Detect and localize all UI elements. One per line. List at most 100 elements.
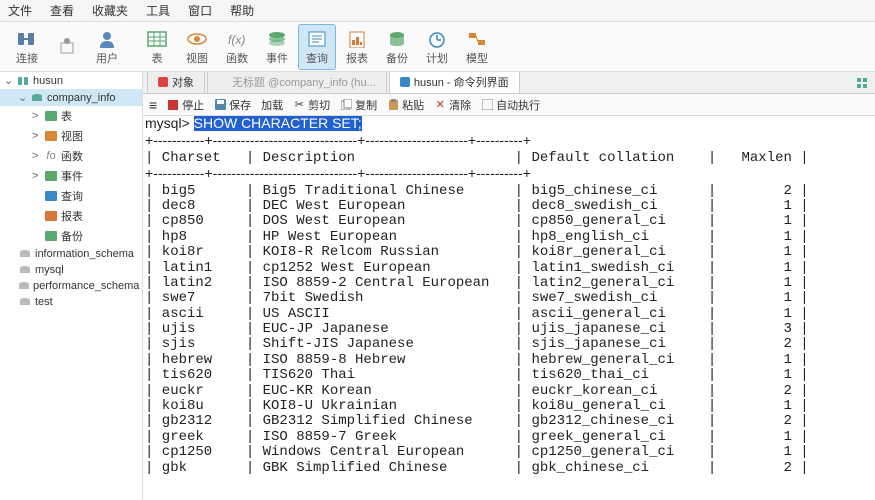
- save-icon: [214, 99, 226, 111]
- clear-icon: ✕: [434, 99, 446, 111]
- cut-icon: ✂: [293, 99, 305, 111]
- tab-icon: [158, 77, 168, 87]
- stop-button[interactable]: 停止: [167, 97, 204, 113]
- paste-icon: [387, 99, 399, 111]
- load-button[interactable]: 加载: [261, 97, 283, 113]
- tab-untitled[interactable]: 无标题 @company_info (hu...: [207, 72, 387, 93]
- tree-queries[interactable]: 查询: [0, 186, 142, 206]
- event-button-icon: [265, 28, 289, 50]
- function-button[interactable]: f(x) 函数: [218, 24, 256, 70]
- table-button-label: 表: [152, 50, 163, 66]
- auto-exec-button[interactable]: 自动执行: [481, 97, 540, 113]
- copy-button[interactable]: 复制: [340, 97, 377, 113]
- tab-icon: [400, 77, 410, 87]
- backup-button[interactable]: 备份: [378, 24, 416, 70]
- menu-文件[interactable]: 文件: [8, 2, 32, 19]
- report-button-icon: [345, 28, 369, 50]
- connect-button-icon: [15, 28, 39, 50]
- menu-收藏夹[interactable]: 收藏夹: [92, 2, 128, 19]
- function-button-label: 函数: [226, 50, 248, 66]
- svg-text:f(x): f(x): [228, 33, 245, 47]
- paste-button[interactable]: 粘贴: [387, 97, 424, 113]
- menu-窗口[interactable]: 窗口: [188, 2, 212, 19]
- tab-label: husun - 命令列界面: [414, 74, 509, 90]
- table-button[interactable]: 表: [138, 24, 176, 70]
- view-button-icon: [185, 28, 209, 50]
- schedule-button-icon: [425, 28, 449, 50]
- backup-button-label: 备份: [386, 50, 408, 66]
- user-button-icon: [95, 28, 119, 50]
- auto-exec-icon: [481, 99, 493, 111]
- cut-label: 剪切: [308, 97, 330, 113]
- clear-button[interactable]: ✕清除: [434, 97, 471, 113]
- paste-label: 粘贴: [402, 97, 424, 113]
- save-button[interactable]: 保存: [214, 97, 251, 113]
- new-button-icon: [55, 36, 79, 58]
- copy-label: 复制: [355, 97, 377, 113]
- tree-db-company-info[interactable]: ⌄company_info: [0, 89, 142, 106]
- event-button[interactable]: 事件: [258, 24, 296, 70]
- tree-functions[interactable]: >fo函数: [0, 146, 142, 166]
- tree-db-test[interactable]: test: [0, 294, 142, 310]
- auto-exec-label: 自动执行: [496, 97, 540, 113]
- tab-objects[interactable]: 对象: [147, 72, 205, 93]
- tree-db-mysql[interactable]: mysql: [0, 262, 142, 278]
- tree-views[interactable]: >视图: [0, 126, 142, 146]
- new-button[interactable]: [48, 24, 86, 70]
- tab-config-icon[interactable]: [855, 76, 869, 93]
- model-button[interactable]: 模型: [458, 24, 496, 70]
- editor-tabs: 对象 无标题 @company_info (hu... husun - 命令列界面: [143, 72, 875, 94]
- hamburger-button[interactable]: ≡: [149, 97, 157, 113]
- function-button-icon: f(x): [225, 28, 249, 50]
- tab-label: 无标题 @company_info (hu...: [232, 74, 376, 90]
- load-label: 加载: [261, 97, 283, 113]
- clear-label: 清除: [449, 97, 471, 113]
- table-button-icon: [145, 28, 169, 50]
- tree-icon: [44, 170, 58, 182]
- schedule-button-label: 计划: [426, 50, 448, 66]
- cut-button[interactable]: ✂剪切: [293, 97, 330, 113]
- tree-tables[interactable]: >表: [0, 106, 142, 126]
- tree-icon: [44, 190, 58, 202]
- menu-bar: 文件 查看 收藏夹 工具 窗口 帮助: [0, 0, 875, 22]
- menu-工具[interactable]: 工具: [146, 2, 170, 19]
- user-button[interactable]: 用户: [88, 24, 126, 70]
- connect-button-label: 连接: [16, 50, 38, 66]
- tree-connection[interactable]: ⌄husun: [0, 72, 142, 89]
- stop-label: 停止: [182, 97, 204, 113]
- backup-button-icon: [385, 28, 409, 50]
- query-button-icon: [305, 28, 329, 50]
- db-tree-sidebar: ⌄husun⌄company_info>表>视图>fo函数>事件查询报表备份in…: [0, 72, 143, 500]
- view-button[interactable]: 视图: [178, 24, 216, 70]
- event-button-label: 事件: [266, 50, 288, 66]
- tree-reports[interactable]: 报表: [0, 206, 142, 226]
- cli-toolbar: ≡ 停止 保存 加载 ✂剪切 复制 粘贴 ✕清除 自动执行: [143, 94, 875, 116]
- tree-icon: [44, 110, 58, 122]
- sql-console[interactable]: mysql> SHOW CHARACTER SET; +-----------+…: [143, 116, 875, 500]
- tree-db-performance_schema[interactable]: performance_schema: [0, 278, 142, 294]
- menu-帮助[interactable]: 帮助: [230, 2, 254, 19]
- user-button-label: 用户: [96, 50, 118, 66]
- connect-button[interactable]: 连接: [8, 24, 46, 70]
- model-button-icon: [465, 28, 489, 50]
- tree-icon: [44, 130, 58, 142]
- menu-查看[interactable]: 查看: [50, 2, 74, 19]
- view-button-label: 视图: [186, 50, 208, 66]
- tree-events[interactable]: >事件: [0, 166, 142, 186]
- main-toolbar: 连接 用户 表 视图 f(x) 函数 事件查询报表 备份 计划 模型: [0, 22, 875, 72]
- tree-icon: [44, 210, 58, 222]
- tree-db-information_schema[interactable]: information_schema: [0, 246, 142, 262]
- save-label: 保存: [229, 97, 251, 113]
- schedule-button[interactable]: 计划: [418, 24, 456, 70]
- tree-backups[interactable]: 备份: [0, 226, 142, 246]
- tree-icon: [44, 230, 58, 242]
- report-button[interactable]: 报表: [338, 24, 376, 70]
- tab-cli[interactable]: husun - 命令列界面: [389, 72, 520, 93]
- query-button[interactable]: 查询: [298, 24, 336, 70]
- stop-icon: [167, 99, 179, 111]
- copy-icon: [340, 99, 352, 111]
- tab-icon: [218, 77, 228, 87]
- tab-label: 对象: [172, 74, 194, 90]
- report-button-label: 报表: [346, 50, 368, 66]
- model-button-label: 模型: [466, 50, 488, 66]
